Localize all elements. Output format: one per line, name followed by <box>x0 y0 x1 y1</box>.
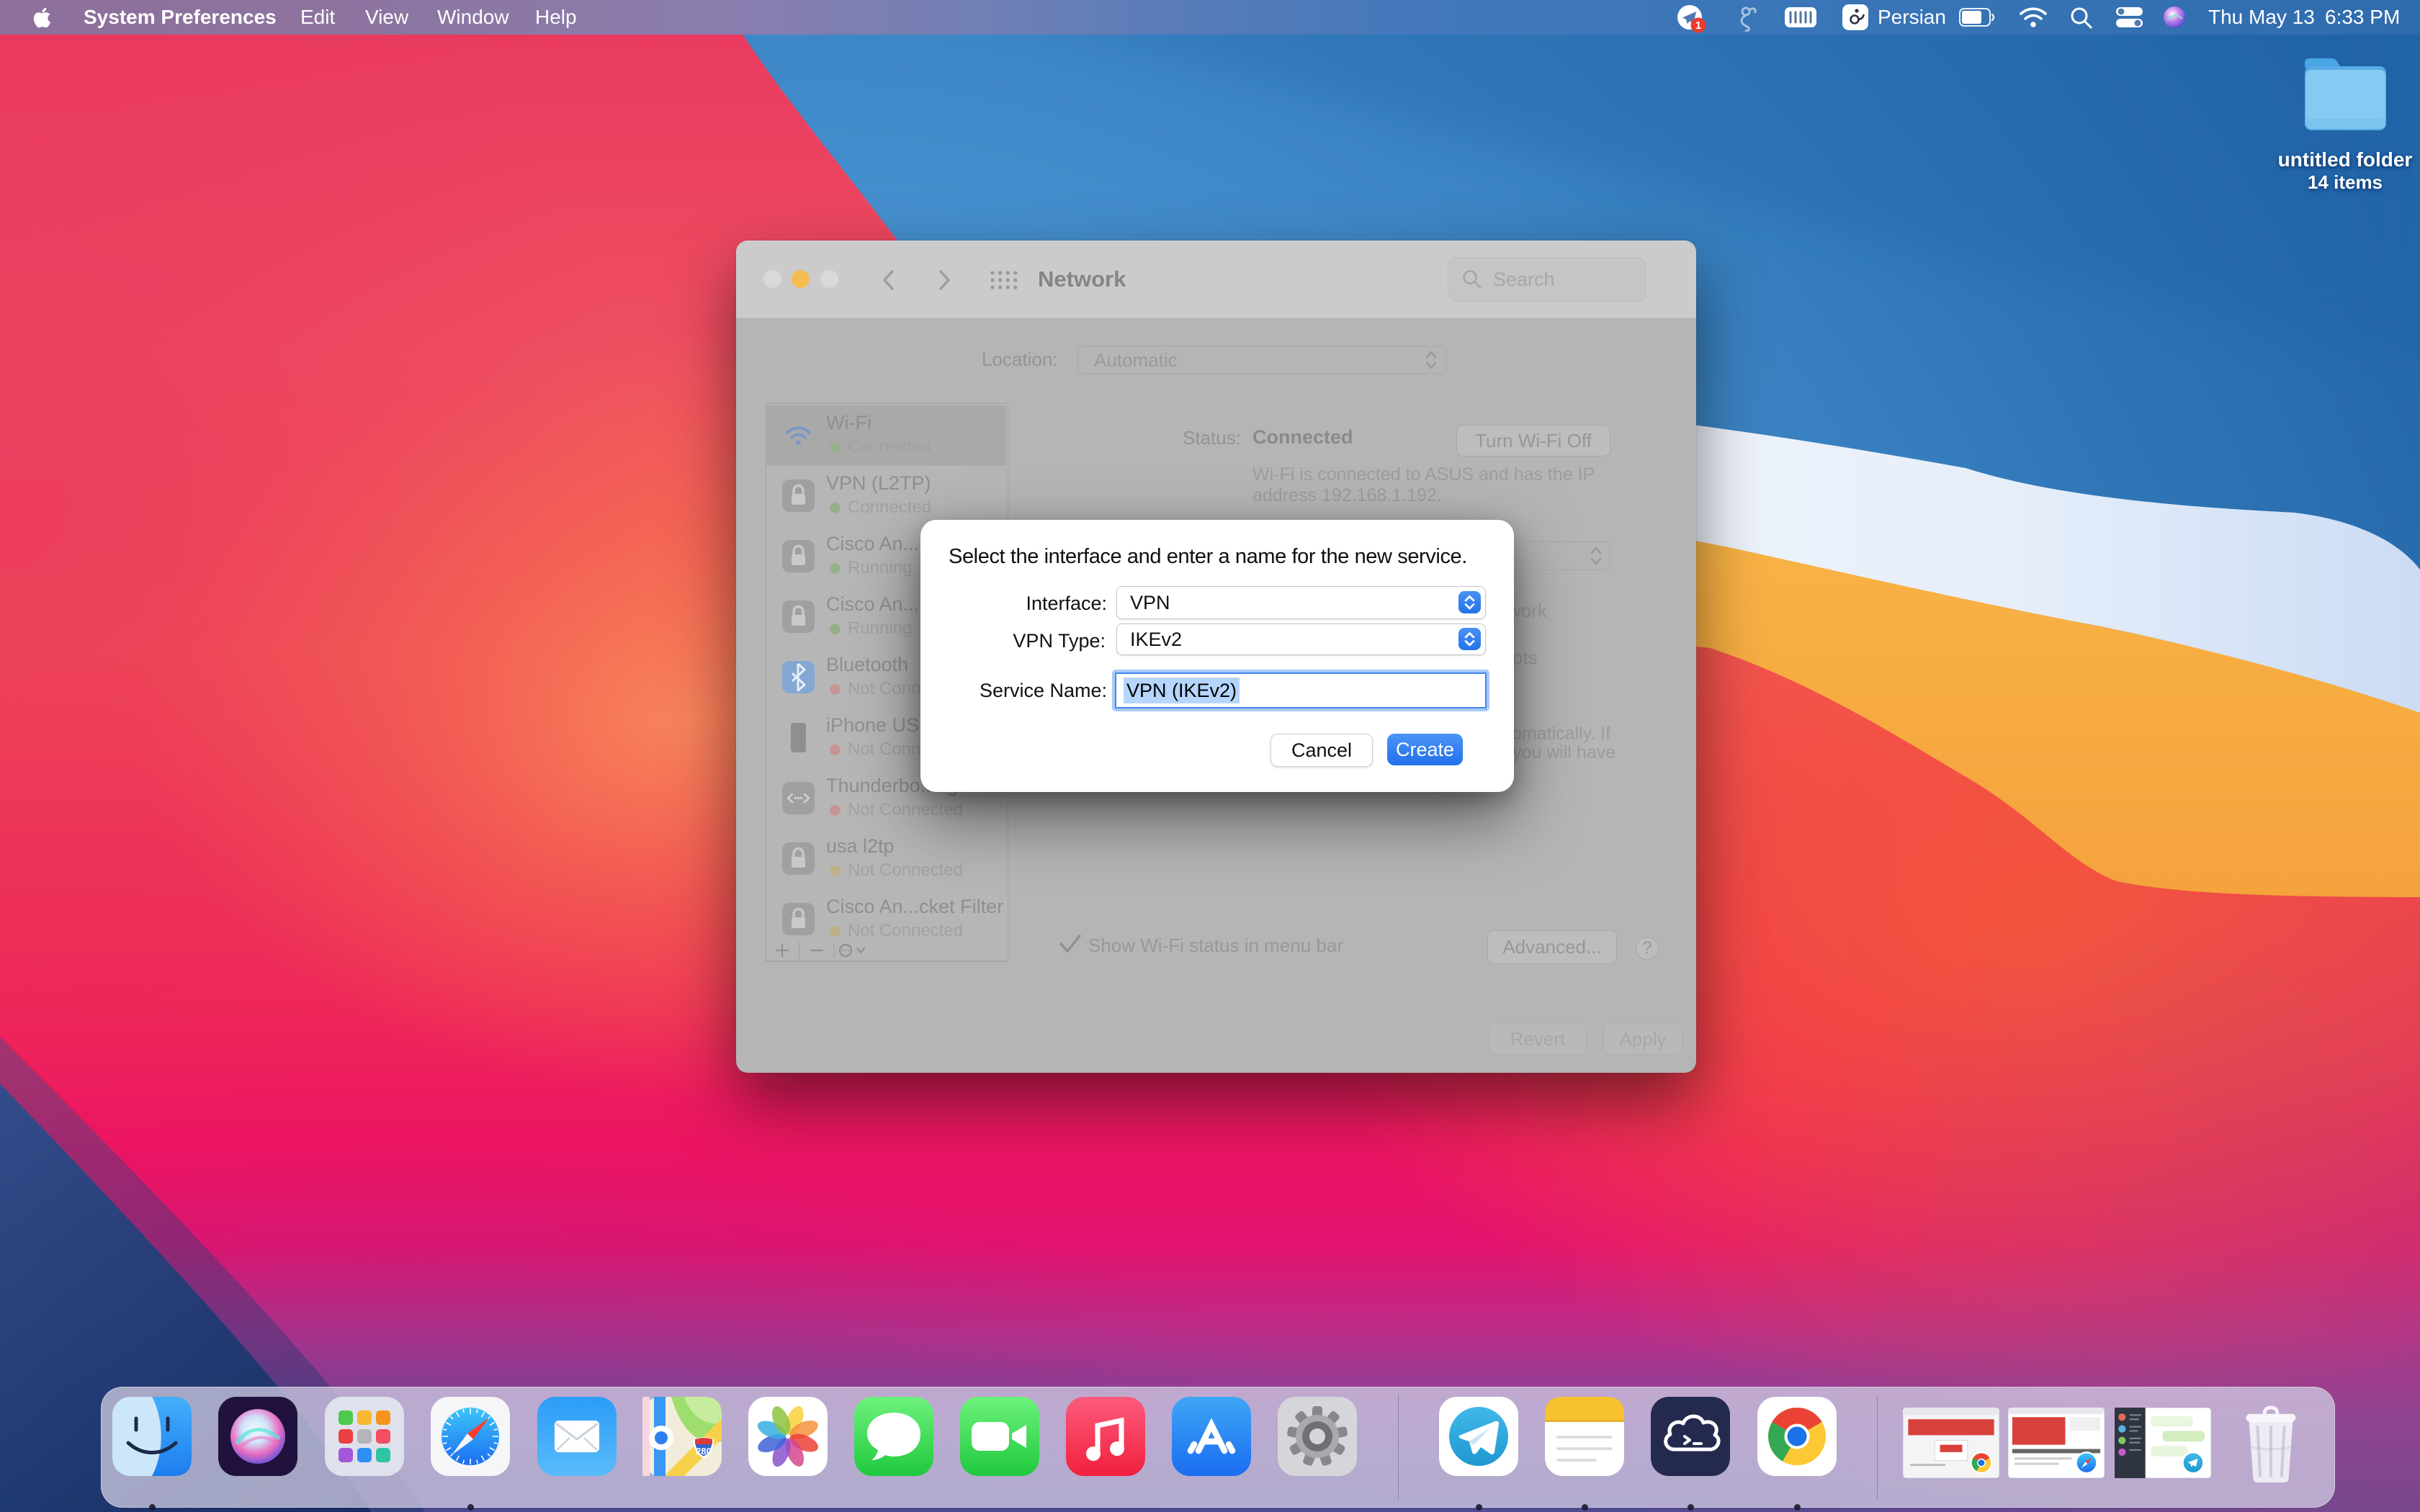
svg-text:280: 280 <box>696 1446 712 1457</box>
svg-text:1: 1 <box>1695 19 1701 32</box>
